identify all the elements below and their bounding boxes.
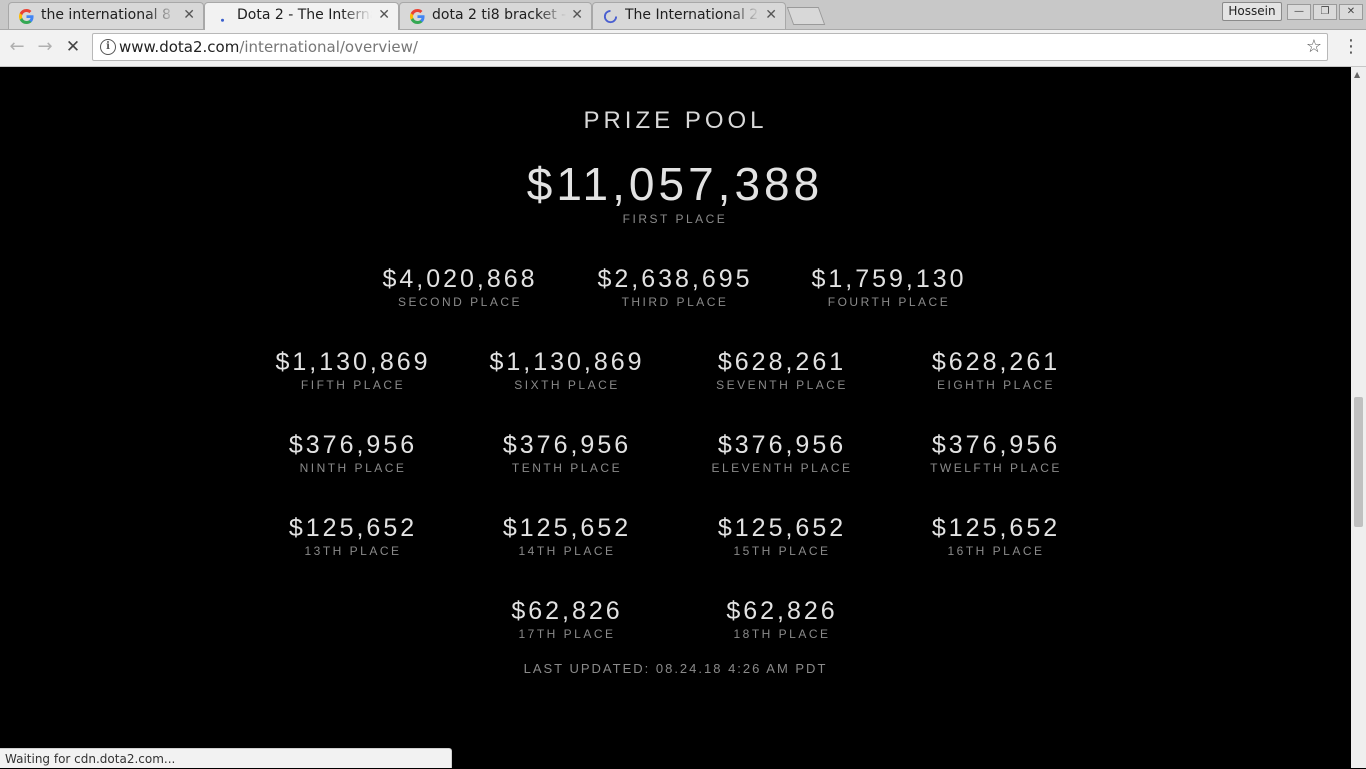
- url-host: www.dota2.com: [119, 38, 240, 56]
- scroll-up-arrow-icon[interactable]: ▲: [1354, 70, 1360, 79]
- prize-amount: $125,652: [288, 514, 418, 542]
- stop-loading-icon[interactable]: ✕: [62, 36, 84, 58]
- prize-second: $4,020,868 SECOND PLACE: [340, 264, 580, 310]
- prize-amount: $62,826: [511, 597, 623, 625]
- address-bar[interactable]: i www.dota2.com/international/overview/ …: [92, 33, 1328, 61]
- prize-place: 14TH PLACE: [518, 544, 616, 558]
- prize-amount: $4,020,868: [382, 265, 538, 293]
- back-arrow-icon[interactable]: ←: [6, 36, 28, 58]
- browser-chrome: the international 8 dota ✕ Dota 2 - The …: [0, 0, 1366, 67]
- prize-seventh: $628,261 SEVENTH PLACE: [662, 347, 902, 393]
- prize-twelfth: $376,956 TWELFTH PLACE: [876, 430, 1116, 476]
- page-content: PRIZE POOL $11,057,388 FIRST PLACE $4,02…: [0, 67, 1351, 768]
- tab-title: dota 2 ti8 bracket - Google: [432, 7, 567, 23]
- loading-icon: [603, 9, 618, 24]
- prize-place: FOURTH PLACE: [827, 295, 951, 309]
- status-bar: Waiting for cdn.dota2.com...: [0, 748, 452, 768]
- prize-amount: $376,956: [288, 431, 418, 459]
- prize-place: EIGHTH PLACE: [936, 378, 1056, 392]
- prize-place: FIFTH PLACE: [300, 378, 406, 392]
- prize-ninth: $376,956 NINTH PLACE: [233, 430, 473, 476]
- prize-amount: $125,652: [502, 514, 632, 542]
- prize-third: $2,638,695 THIRD PLACE: [555, 264, 795, 310]
- prize-pool-heading: PRIZE POOL: [583, 107, 768, 134]
- site-info-icon[interactable]: i: [100, 39, 116, 55]
- menu-dots-icon[interactable]: ⋮: [1342, 36, 1360, 57]
- profile-button[interactable]: Hossein: [1222, 2, 1282, 21]
- prize-amount: $1,130,869: [489, 348, 645, 376]
- tab-search-ti8[interactable]: the international 8 dota ✕: [8, 2, 204, 29]
- bookmark-star-icon[interactable]: ☆: [1306, 36, 1322, 57]
- prize-fourth: $1,759,130 FOURTH PLACE: [769, 264, 1009, 310]
- url-path: /international/overview/: [239, 38, 418, 56]
- scroll-thumb[interactable]: [1354, 397, 1363, 527]
- prize-place: THIRD PLACE: [621, 295, 729, 309]
- prize-place: SEVENTH PLACE: [716, 378, 848, 392]
- prize-first: $11,057,388 FIRST PLACE: [525, 157, 825, 227]
- prize-sixth: $1,130,869 SIXTH PLACE: [447, 347, 687, 393]
- close-tab-icon[interactable]: ✕: [765, 7, 777, 23]
- prize-amount: $628,261: [717, 348, 847, 376]
- prize-fifth: $1,130,869 FIFTH PLACE: [233, 347, 473, 393]
- prize-place: ELEVENTH PLACE: [711, 461, 853, 475]
- scrollbar[interactable]: ▲: [1351, 67, 1366, 768]
- prize-tenth: $376,956 TENTH PLACE: [447, 430, 687, 476]
- forward-arrow-icon[interactable]: →: [34, 36, 56, 58]
- prize-place: 16TH PLACE: [947, 544, 1045, 558]
- last-updated: LAST UPDATED: 08.24.18 4:26 AM PDT: [523, 661, 828, 676]
- tab-dota2-international[interactable]: Dota 2 - The International ✕: [204, 2, 399, 30]
- prize-amount: $1,130,869: [275, 348, 431, 376]
- prize-14th: $125,652 14TH PLACE: [447, 513, 687, 559]
- prize-amount: $628,261: [931, 348, 1061, 376]
- new-tab-button[interactable]: [786, 7, 826, 25]
- close-window-icon[interactable]: ✕: [1339, 4, 1363, 20]
- tab-strip: the international 8 dota ✕ Dota 2 - The …: [0, 0, 1366, 30]
- prize-place: FIRST PLACE: [622, 212, 728, 226]
- prize-amount: $376,956: [931, 431, 1061, 459]
- prize-place: SIXTH PLACE: [514, 378, 620, 392]
- prize-eleventh: $376,956 ELEVENTH PLACE: [662, 430, 902, 476]
- close-tab-icon[interactable]: ✕: [183, 7, 195, 23]
- prize-amount: $125,652: [931, 514, 1061, 542]
- prize-place: 17TH PLACE: [518, 627, 616, 641]
- prize-amount: $62,826: [726, 597, 838, 625]
- prize-15th: $125,652 15TH PLACE: [662, 513, 902, 559]
- minimize-icon[interactable]: —: [1287, 4, 1311, 20]
- url-text[interactable]: www.dota2.com/international/overview/: [119, 38, 418, 56]
- prize-amount: $1,759,130: [811, 265, 967, 293]
- tab-title: the international 8 dota: [41, 7, 176, 23]
- prize-13th: $125,652 13TH PLACE: [233, 513, 473, 559]
- prize-18th: $62,826 18TH PLACE: [662, 596, 902, 642]
- tab-title: The International 2018: [625, 7, 760, 23]
- dota-icon: [221, 18, 224, 22]
- prize-place: NINTH PLACE: [299, 461, 407, 475]
- prize-17th: $62,826 17TH PLACE: [447, 596, 687, 642]
- restore-icon[interactable]: ❐: [1313, 4, 1337, 20]
- tab-ti2018-loading[interactable]: The International 2018 ✕: [592, 2, 786, 29]
- prize-place: TWELFTH PLACE: [930, 461, 1062, 475]
- google-icon: [410, 9, 425, 24]
- toolbar: ← → ✕ i www.dota2.com/international/over…: [0, 30, 1366, 67]
- prize-place: 13TH PLACE: [304, 544, 402, 558]
- prize-amount: $376,956: [502, 431, 632, 459]
- prize-amount: $376,956: [717, 431, 847, 459]
- prize-amount: $2,638,695: [597, 265, 753, 293]
- prize-place: TENTH PLACE: [511, 461, 623, 475]
- close-tab-icon[interactable]: ✕: [378, 7, 390, 23]
- tab-title: Dota 2 - The International: [237, 7, 372, 23]
- google-icon: [19, 9, 34, 24]
- prize-amount: $125,652: [717, 514, 847, 542]
- close-tab-icon[interactable]: ✕: [571, 7, 583, 23]
- tab-search-ti8-bracket[interactable]: dota 2 ti8 bracket - Google ✕: [399, 2, 592, 29]
- prize-place: 15TH PLACE: [733, 544, 831, 558]
- prize-16th: $125,652 16TH PLACE: [876, 513, 1116, 559]
- prize-eighth: $628,261 EIGHTH PLACE: [876, 347, 1116, 393]
- prize-place: SECOND PLACE: [397, 295, 523, 309]
- prize-amount: $11,057,388: [526, 158, 824, 210]
- prize-place: 18TH PLACE: [733, 627, 831, 641]
